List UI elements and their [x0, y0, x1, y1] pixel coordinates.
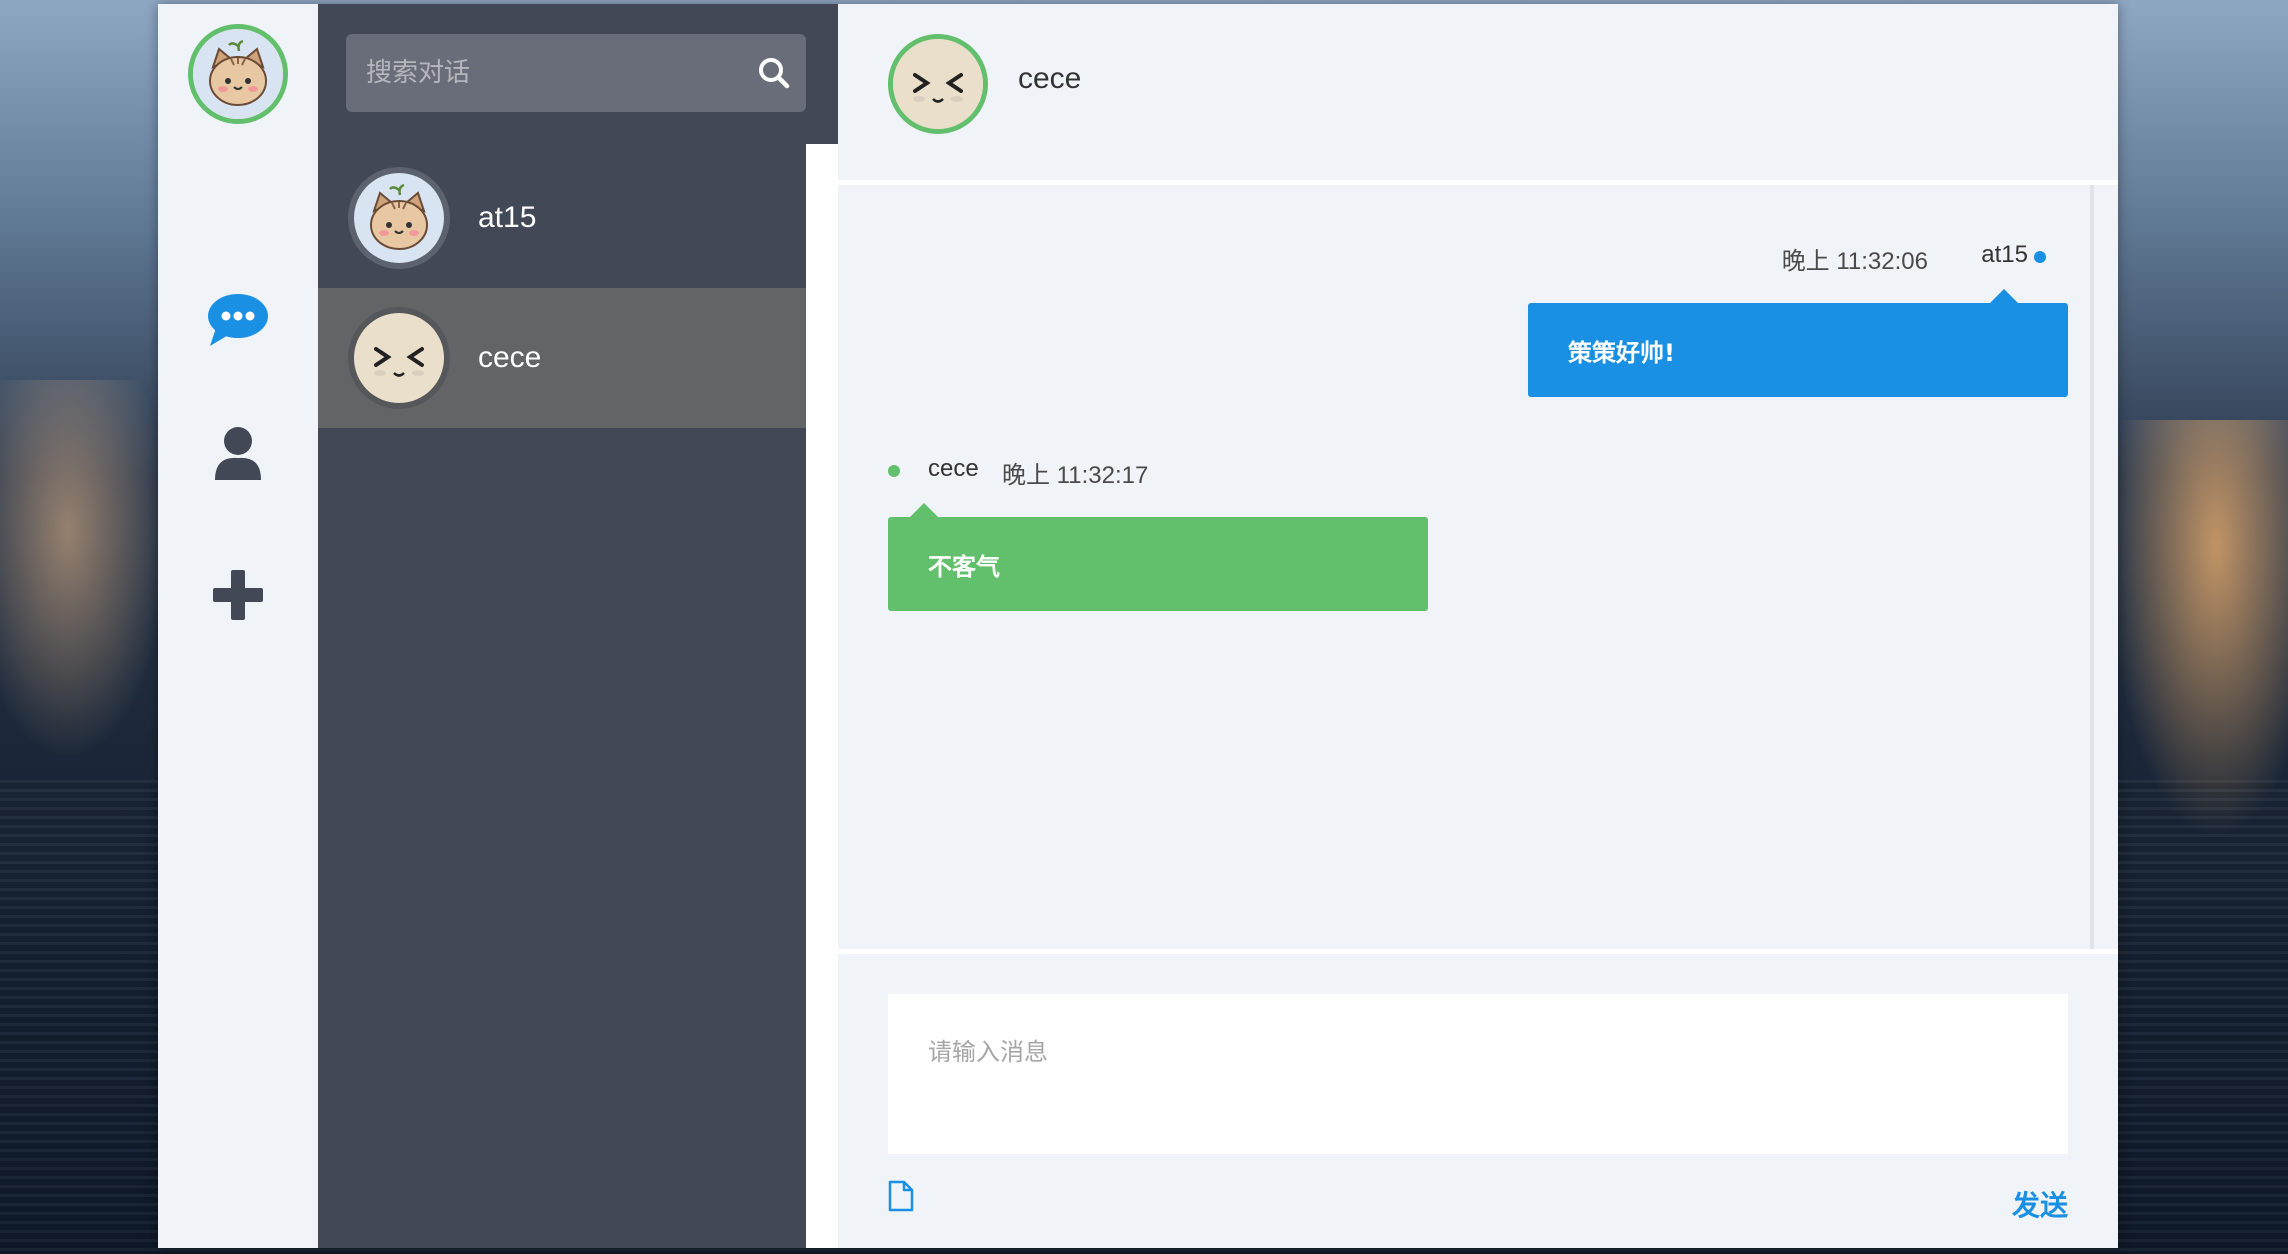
- message-time: 晚上 11:32:17: [1002, 462, 1149, 489]
- icon-rail: [158, 4, 318, 1248]
- search-input[interactable]: [346, 34, 742, 112]
- conversation-item-cece[interactable]: cece: [318, 288, 806, 428]
- attach-file-button[interactable]: [888, 1180, 914, 1217]
- rail-contacts-button[interactable]: [158, 426, 318, 482]
- background-glow-left: [0, 380, 170, 760]
- sender-dot: [2034, 251, 2046, 263]
- message-sender: cece: [928, 455, 979, 482]
- chat-header: cece: [838, 4, 2118, 185]
- background-glow-right: [2108, 420, 2288, 840]
- search-box: [346, 34, 806, 112]
- user-icon: [215, 427, 261, 480]
- message-text: 不客气: [928, 552, 1000, 581]
- conversation-list-scrollbar[interactable]: [806, 144, 838, 1248]
- message-composer: 发送: [838, 949, 2118, 1248]
- contact-avatar[interactable]: [888, 34, 988, 134]
- avatar: [348, 167, 450, 269]
- chat-app-window: at15 cece: [158, 4, 2118, 1248]
- bubble-arrow: [910, 503, 938, 517]
- rail-chat-button[interactable]: [158, 292, 318, 348]
- message-bubble-outgoing: 策策好帅!: [1528, 303, 2068, 397]
- conversation-item-at15[interactable]: at15: [318, 148, 806, 288]
- sender-dot: [888, 465, 900, 477]
- message-input[interactable]: [888, 994, 2068, 1154]
- file-icon: [888, 1180, 914, 1212]
- bubble-arrow: [1990, 289, 2018, 303]
- search-icon: [759, 58, 790, 89]
- message-list: 晚上 11:32:06 at15 策策好帅! cece 晚上 11:32:17 …: [838, 185, 2094, 949]
- face-avatar-icon: [354, 313, 444, 403]
- message-bubble-incoming: 不客气: [888, 517, 1428, 611]
- message-time: 晚上 11:32:06: [1781, 248, 1928, 275]
- cat-avatar-icon: [354, 173, 444, 263]
- chat-title: cece: [1018, 62, 1082, 95]
- search-button[interactable]: [742, 34, 806, 112]
- cat-avatar-icon: [193, 29, 283, 119]
- conversation-name: cece: [478, 341, 542, 374]
- rail-add-button[interactable]: [158, 570, 318, 620]
- face-avatar-icon: [893, 39, 983, 129]
- message-text: 策策好帅!: [1568, 338, 1675, 367]
- self-avatar[interactable]: [188, 24, 288, 124]
- chat-panel: cece 晚上 11:32:06 at15 策策好帅! cece 晚上 11:3…: [838, 4, 2118, 1248]
- avatar: [348, 307, 450, 409]
- message-sender: at15: [1981, 241, 2028, 268]
- send-button[interactable]: 发送: [2012, 1184, 2068, 1224]
- plus-icon: [213, 570, 263, 620]
- conversation-name: at15: [478, 201, 537, 234]
- chat-bubble-icon: [208, 294, 268, 346]
- conversation-list-top: [806, 4, 838, 144]
- message-list-scrollbar[interactable]: [2090, 185, 2094, 949]
